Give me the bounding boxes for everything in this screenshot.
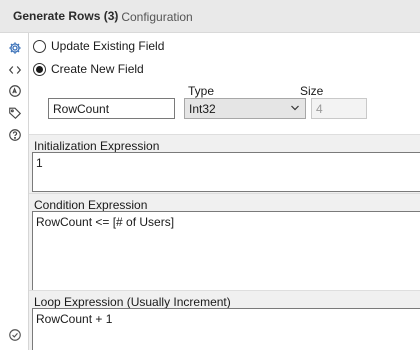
type-label: Type (188, 84, 215, 98)
configuration-panel: Update Existing Field Create New Field T… (29, 33, 420, 350)
type-select-value: Int32 (189, 102, 216, 116)
initialization-label: Initialization Expression (34, 139, 160, 153)
size-input: 4 (311, 98, 367, 119)
create-new-label: Create New Field (51, 62, 144, 76)
gear-icon[interactable] (7, 40, 23, 56)
initialization-expression-editor[interactable]: 1 (32, 152, 420, 192)
tool-title: Generate Rows (3) (13, 9, 119, 23)
radio-button[interactable] (33, 39, 46, 53)
chevron-down-icon (290, 102, 300, 114)
loop-expression-editor[interactable]: RowCount + 1 (32, 308, 420, 350)
connection-icon[interactable] (7, 83, 23, 99)
title-bar: Generate Rows (3) - Configuration (0, 0, 420, 33)
tag-icon[interactable] (7, 105, 23, 121)
condition-section: Condition Expression RowCount <= [# of U… (29, 193, 420, 294)
title-subtitle: - Configuration (114, 10, 193, 24)
field-name-input[interactable]: RowCount (48, 98, 175, 119)
create-new-radio[interactable]: Create New Field (33, 61, 144, 77)
condition-label: Condition Expression (34, 198, 148, 212)
size-label: Size (300, 84, 324, 98)
loop-section: Loop Expression (Usually Increment) RowC… (29, 290, 420, 350)
condition-expression-editor[interactable]: RowCount <= [# of Users] (32, 211, 420, 291)
update-existing-radio[interactable]: Update Existing Field (33, 38, 164, 54)
help-icon[interactable] (7, 127, 23, 143)
check-circle-icon[interactable] (7, 327, 23, 343)
radio-button-selected[interactable] (33, 62, 46, 76)
code-icon[interactable] (7, 62, 23, 78)
loop-label: Loop Expression (Usually Increment) (34, 295, 231, 309)
update-existing-label: Update Existing Field (51, 39, 165, 53)
type-select[interactable]: Int32 (184, 98, 306, 119)
initialization-section: Initialization Expression 1 (29, 134, 420, 196)
config-sidebar (0, 33, 29, 350)
